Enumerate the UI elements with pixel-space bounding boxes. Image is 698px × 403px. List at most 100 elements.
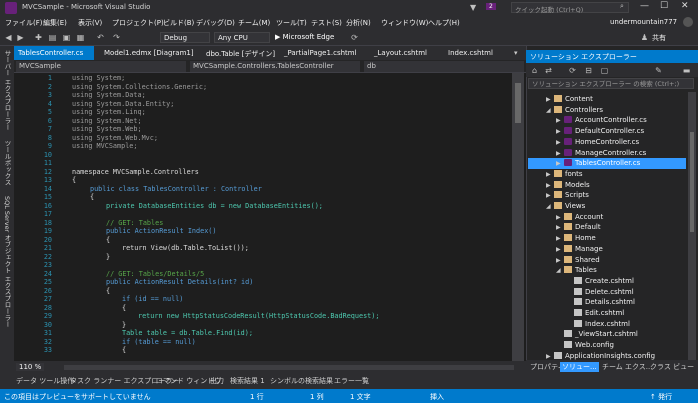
menu-item[interactable]: デバッグ(D): [196, 18, 235, 28]
menu-item[interactable]: ヘルプ(H): [428, 18, 460, 28]
expand-arrow-icon[interactable]: ▶: [556, 222, 564, 233]
run-button[interactable]: ▶ Microsoft Edge: [272, 32, 342, 43]
solution-tree-item[interactable]: ▶ ManageController.cs: [528, 148, 686, 159]
sql-server-explorer-tab[interactable]: SQL Server オブジェクト エクスプローラー: [2, 196, 12, 327]
close-button[interactable]: ✕: [681, 1, 689, 11]
menu-item[interactable]: ウィンドウ(W): [381, 18, 428, 28]
editor-scrollbar[interactable]: [512, 73, 524, 361]
properties-icon[interactable]: ✎: [654, 66, 663, 75]
collapse-icon[interactable]: ⊟: [584, 66, 593, 75]
solution-tree-item[interactable]: ▶ Manage: [528, 244, 686, 255]
refresh-icon[interactable]: ⟳: [350, 33, 359, 42]
minimize-button[interactable]: —: [640, 1, 649, 11]
maximize-button[interactable]: ☐: [660, 1, 668, 11]
expand-arrow-icon[interactable]: ▶: [556, 233, 564, 244]
solution-tree-item[interactable]: ▶ HomeController.cs: [528, 137, 686, 148]
solution-tree-item[interactable]: ▶ TablesController.cs: [528, 158, 686, 170]
solution-search-input[interactable]: ソリューション エクスプローラー の検索 (Ctrl+;): [528, 78, 694, 89]
expand-arrow-icon[interactable]: ▶: [546, 169, 554, 180]
toolbox-tab[interactable]: ツールボックス: [2, 140, 12, 186]
solution-tree-item[interactable]: Details.cshtml: [528, 297, 686, 308]
solution-tree-item[interactable]: ▶ AccountController.cs: [528, 115, 686, 126]
solution-tree-item[interactable]: Web.config: [528, 340, 686, 351]
menu-item[interactable]: ファイル(F): [5, 18, 43, 28]
solution-tree-item[interactable]: ▶ DefaultController.cs: [528, 126, 686, 137]
publish-button[interactable]: ↑ 発行: [650, 392, 672, 402]
filter-icon[interactable]: ▼: [470, 3, 476, 12]
expand-arrow-icon[interactable]: ◢: [546, 201, 554, 212]
back-icon[interactable]: ◀: [4, 33, 13, 42]
tab-error-list[interactable]: エラー一覧: [334, 376, 369, 386]
solution-tree-item[interactable]: Create.cshtml: [528, 276, 686, 287]
solution-tree-item[interactable]: ◢ Controllers: [528, 105, 686, 116]
expand-arrow-icon[interactable]: ▶: [556, 115, 564, 126]
tab-solution[interactable]: ソリュー...: [560, 362, 599, 372]
menu-item[interactable]: ビルド(B): [163, 18, 194, 28]
user-name[interactable]: undermountain777: [610, 18, 677, 26]
solution-tree-item[interactable]: Delete.cshtml: [528, 287, 686, 298]
tab-partial-page[interactable]: _PartialPage1.cshtml: [280, 46, 361, 60]
menu-item[interactable]: テスト(S): [311, 18, 342, 28]
tree-scrollbar-thumb[interactable]: [690, 132, 694, 232]
menu-item[interactable]: 分析(N): [346, 18, 371, 28]
expand-arrow-icon[interactable]: ◢: [556, 265, 564, 276]
expand-arrow-icon[interactable]: ▶: [556, 158, 564, 169]
menu-item[interactable]: プロジェクト(P): [112, 18, 164, 28]
server-explorer-tab[interactable]: サーバー エクスプローラー: [2, 50, 12, 130]
user-avatar-icon[interactable]: [683, 17, 693, 27]
notification-badge[interactable]: 2: [486, 3, 496, 10]
save-icon[interactable]: ▣: [62, 33, 71, 42]
menu-item[interactable]: ツール(T): [276, 18, 307, 28]
menu-item[interactable]: チーム(M): [238, 18, 270, 28]
class-dropdown[interactable]: MVCSample.Controllers.TablesController: [190, 61, 360, 72]
solution-tree-item[interactable]: ▶ Scripts: [528, 190, 686, 201]
solution-tree-item[interactable]: ▶ Home: [528, 233, 686, 244]
solution-tree-item[interactable]: ◢ Views: [528, 201, 686, 212]
redo-icon[interactable]: ↷: [112, 33, 121, 42]
solution-tree-item[interactable]: ▶ Models: [528, 180, 686, 191]
tab-tables-controller[interactable]: TablesController.cs: [14, 46, 94, 60]
horizontal-scrollbar[interactable]: [64, 365, 514, 370]
tab-class-view[interactable]: クラス ビュー: [650, 362, 694, 372]
new-item-icon[interactable]: ✚: [34, 33, 43, 42]
expand-arrow-icon[interactable]: ▶: [556, 212, 564, 223]
platform-dropdown[interactable]: Any CPU: [214, 32, 270, 43]
expand-arrow-icon[interactable]: ◢: [546, 105, 554, 116]
solution-tree-item[interactable]: ▶ Account: [528, 212, 686, 223]
config-dropdown[interactable]: Debug: [160, 32, 210, 43]
member-dropdown[interactable]: db: [364, 61, 524, 72]
solution-tree-item[interactable]: Edit.cshtml: [528, 308, 686, 319]
show-all-icon[interactable]: ▢: [600, 66, 609, 75]
solution-tree-item[interactable]: ▶ Shared: [528, 255, 686, 266]
project-dropdown[interactable]: MVCSample: [16, 61, 186, 72]
sync-icon[interactable]: ⇄: [544, 66, 553, 75]
expand-arrow-icon[interactable]: ▶: [556, 137, 564, 148]
expand-arrow-icon[interactable]: ▶: [556, 244, 564, 255]
tab-layout[interactable]: _Layout.cshtml: [370, 46, 431, 60]
solution-tree-item[interactable]: _ViewStart.cshtml: [528, 329, 686, 340]
undo-icon[interactable]: ↶: [96, 33, 105, 42]
solution-tree-item[interactable]: ▶ Content: [528, 94, 686, 105]
expand-arrow-icon[interactable]: ▶: [556, 148, 564, 159]
expand-arrow-icon[interactable]: ▶: [546, 94, 554, 105]
expand-arrow-icon[interactable]: ▶: [556, 255, 564, 266]
tab-find-results[interactable]: 検索結果 1: [230, 376, 265, 386]
tab-model1-edmx[interactable]: Model1.edmx [Diagram1]: [100, 46, 198, 60]
tab-symbol-results[interactable]: シンボルの検索結果: [270, 376, 333, 386]
expand-arrow-icon[interactable]: ▶: [546, 190, 554, 201]
forward-icon[interactable]: ▶: [16, 33, 25, 42]
tree-scrollbar[interactable]: [688, 92, 696, 360]
menu-item[interactable]: 編集(E): [43, 18, 67, 28]
solution-tree-item[interactable]: ▶ Default: [528, 222, 686, 233]
zoom-level[interactable]: 110 %: [16, 363, 45, 371]
tab-team-explorer[interactable]: チーム エクス...: [602, 362, 652, 372]
quick-launch-input[interactable]: クイック起動 (Ctrl+Q): [511, 2, 629, 14]
expand-arrow-icon[interactable]: ▶: [556, 126, 564, 137]
scrollbar-thumb[interactable]: [515, 83, 521, 123]
share-label[interactable]: 共有: [652, 33, 666, 43]
tab-output[interactable]: 出力: [210, 376, 224, 386]
refresh-icon[interactable]: ⟳: [568, 66, 577, 75]
menu-item[interactable]: 表示(V): [78, 18, 102, 28]
pin-icon[interactable]: ▬: [682, 66, 691, 75]
tab-index[interactable]: Index.cshtml: [444, 46, 497, 60]
